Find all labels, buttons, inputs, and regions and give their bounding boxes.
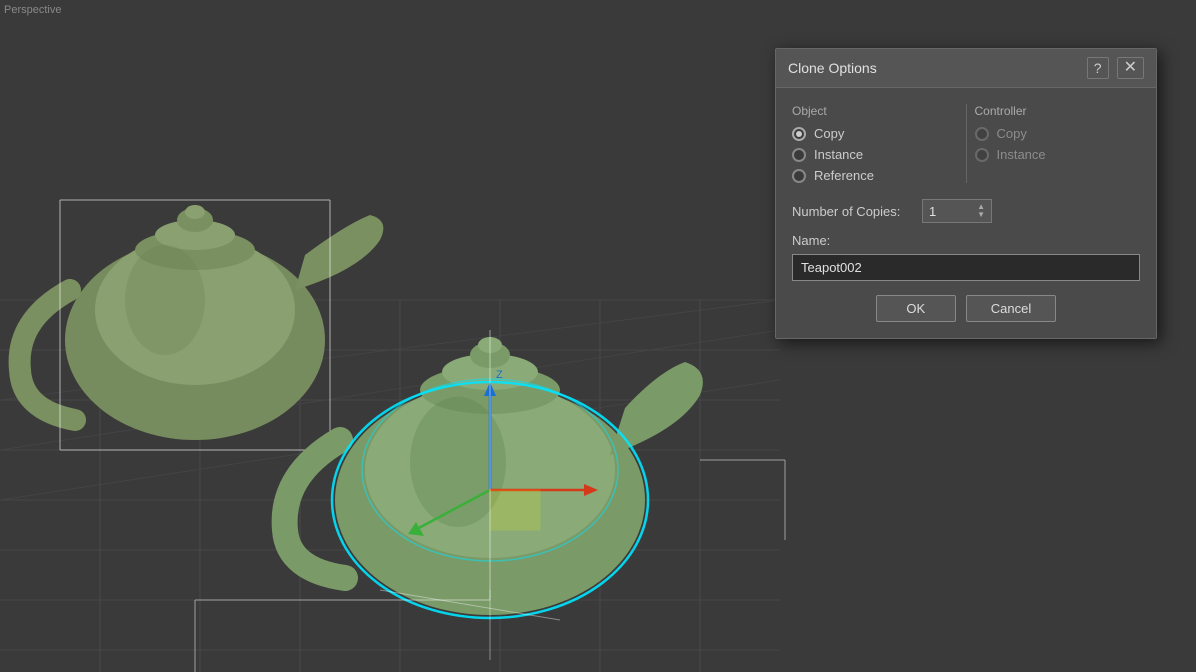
object-reference-label: Reference [814,168,874,183]
copies-label: Number of Copies: [792,204,922,219]
controller-section: Controller Copy Instance [975,104,1141,183]
clone-options-dialog: Clone Options ? ✕ Object Copy Instance [775,48,1157,339]
ctrl-instance-label: Instance [997,147,1046,162]
dialog-controls: ? ✕ [1087,57,1144,79]
ctrl-copy-radio[interactable] [975,127,989,141]
column-divider [966,104,967,183]
object-section: Object Copy Instance Reference [792,104,958,183]
object-copy-label: Copy [814,126,844,141]
button-row: OK Cancel [792,295,1140,322]
dialog-titlebar: Clone Options ? ✕ [776,49,1156,88]
viewport-label: Perspective [4,4,61,16]
object-reference-radio[interactable] [792,169,806,183]
object-instance-radio[interactable] [792,148,806,162]
spinbox-down[interactable]: ▼ [977,211,985,219]
copies-row: Number of Copies: 1 ▲ ▼ [792,199,1140,223]
object-copy-radio[interactable] [792,127,806,141]
help-button[interactable]: ? [1087,57,1109,79]
dialog-body: Object Copy Instance Reference [776,88,1156,338]
controller-section-label: Controller [975,104,1141,118]
cancel-button[interactable]: Cancel [966,295,1056,322]
ctrl-copy-option[interactable]: Copy [975,126,1141,141]
ok-button[interactable]: OK [876,295,956,322]
name-input[interactable] [792,254,1140,281]
object-radio-group: Copy Instance Reference [792,126,958,183]
object-instance-option[interactable]: Instance [792,147,958,162]
name-label: Name: [792,233,1140,248]
object-instance-label: Instance [814,147,863,162]
ctrl-instance-radio[interactable] [975,148,989,162]
controller-radio-group: Copy Instance [975,126,1141,162]
ctrl-copy-label: Copy [997,126,1027,141]
options-columns: Object Copy Instance Reference [792,104,1140,183]
object-section-label: Object [792,104,958,118]
object-copy-option[interactable]: Copy [792,126,958,141]
ctrl-instance-option[interactable]: Instance [975,147,1141,162]
copies-value: 1 [929,204,973,219]
object-reference-option[interactable]: Reference [792,168,958,183]
close-button[interactable]: ✕ [1117,57,1144,79]
dialog-title: Clone Options [788,60,877,76]
spinbox-arrows: ▲ ▼ [977,203,985,219]
svg-text:Z: Z [496,369,503,381]
copies-spinbox[interactable]: 1 ▲ ▼ [922,199,992,223]
